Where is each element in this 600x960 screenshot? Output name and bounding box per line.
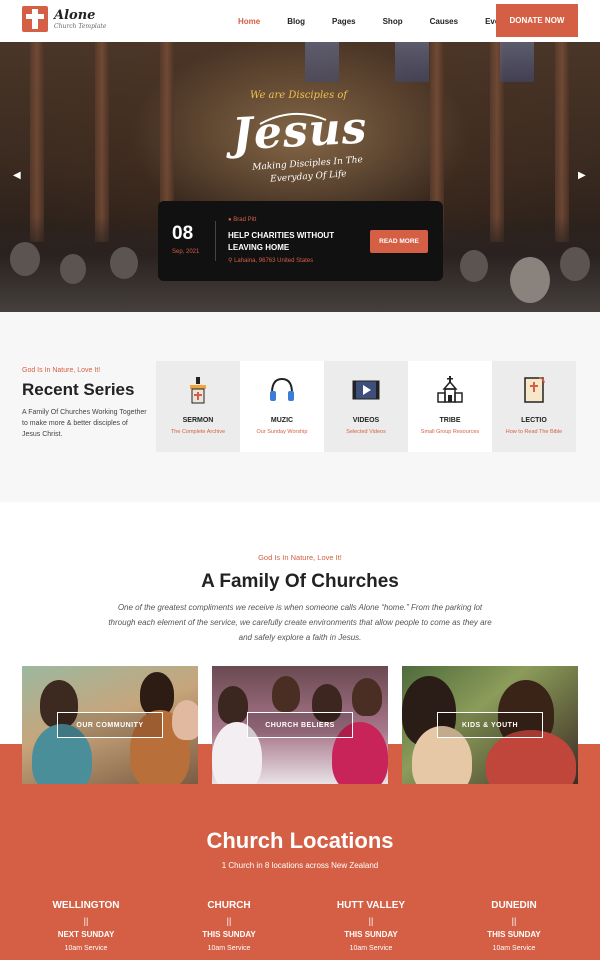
series-card-subtitle: The Complete Archive [170, 429, 226, 435]
event-location-text: Lahaina, 96763 United States [234, 258, 314, 264]
hero-script-top: We are Disciples of [250, 90, 348, 101]
series-card-subtitle: Our Sunday Worship [256, 429, 308, 435]
event-day: 08 [172, 223, 194, 244]
our-community-button[interactable]: Our Community [57, 712, 163, 738]
location-city: Wellington [52, 900, 120, 911]
read-more-button[interactable]: Read More [370, 230, 428, 253]
church-icon [433, 375, 467, 405]
donate-button[interactable]: Donate Now [496, 4, 578, 37]
series-card-subtitle: How to Read The Bible [505, 429, 563, 435]
event-location: ⚲ Lahaina, 96763 United States [228, 257, 313, 264]
series-card-lectio[interactable]: Lectio How to Read The Bible [492, 361, 576, 452]
series-card-videos[interactable]: Videos Selected Videos [324, 361, 408, 452]
hero-script-main: Jesus [230, 102, 369, 161]
event-author-name: Brad Pitt [233, 217, 257, 223]
series-card-title: Sermon [182, 417, 214, 424]
series-card-subtitle: Small Group Resources [420, 429, 480, 435]
nav-blog[interactable]: Blog [287, 17, 305, 26]
cross-logo-icon [22, 6, 48, 32]
user-icon: ● [228, 217, 232, 223]
event-author: ● Brad Pitt [228, 217, 256, 223]
chevron-right-icon: ▶ [578, 170, 586, 181]
series-description: A Family Of Churches Working Together to… [22, 409, 147, 438]
location-hutt-valley[interactable]: Hutt Valley || This Sunday 10am Service [311, 900, 431, 952]
series-card-sermon[interactable]: Sermon The Complete Archive [156, 361, 240, 452]
video-icon [349, 375, 383, 405]
brand-tagline: Church Template [54, 22, 107, 30]
headphones-icon [265, 375, 299, 405]
location-day: This Sunday [202, 930, 256, 939]
location-day: This Sunday [487, 930, 541, 939]
chevron-left-icon: ◀ [13, 170, 21, 181]
nav-pages[interactable]: Pages [332, 17, 356, 26]
location-church[interactable]: Church || This Sunday 10am Service [169, 900, 289, 952]
photo-card-kids-youth[interactable]: Kids & Youth [402, 666, 578, 784]
location-day: Next Sunday [57, 930, 115, 939]
event-title[interactable]: Help Charities Without Leaving Home [228, 230, 358, 253]
photo-card-beliers[interactable]: Church Beliers [212, 666, 388, 784]
nav-shop[interactable]: Shop [383, 17, 403, 26]
series-title: Recent Series [22, 380, 135, 399]
locations-subtitle: 1 Church in 8 locations across New Zeala… [221, 861, 379, 870]
main-nav: Home Blog Pages Shop Causes Events [238, 0, 538, 42]
series-card-tribe[interactable]: Tribe Small Group Resources [408, 361, 492, 452]
location-time: 10am Service [64, 945, 108, 952]
kids-youth-button[interactable]: Kids & Youth [437, 712, 543, 738]
location-city: Dunedin [491, 900, 537, 911]
location-day: This Sunday [344, 930, 398, 939]
location-wellington[interactable]: Wellington || Next Sunday 10am Service [26, 900, 146, 952]
hero-slider: We are Disciples of Jesus Making Discipl… [0, 42, 600, 312]
series-card-muzic[interactable]: Muzic Our Sunday Worship [240, 361, 324, 452]
location-time: 10am Service [349, 945, 393, 952]
nav-home[interactable]: Home [238, 17, 260, 26]
location-separator: || [226, 916, 232, 926]
series-cards: Sermon The Complete Archive Muzic Our Su… [156, 361, 576, 452]
series-card-title: Videos [352, 417, 380, 424]
site-header: Alone Church Template Home Blog Pages Sh… [0, 0, 600, 42]
series-card-subtitle: Selected Videos [346, 429, 386, 435]
family-eyebrow: God Is In Nature, Love It! [258, 553, 342, 562]
slider-next-button[interactable]: ▶ [578, 170, 586, 181]
church-beliers-button[interactable]: Church Beliers [247, 712, 353, 738]
location-city: Hutt Valley [336, 900, 406, 911]
series-card-title: Tribe [439, 417, 461, 424]
bible-icon [517, 375, 551, 405]
location-time: 10am Service [207, 945, 251, 952]
series-card-title: Muzic [270, 417, 294, 424]
location-separator: || [83, 916, 89, 926]
event-month: Sep, 2021 [172, 249, 200, 255]
event-divider [215, 221, 216, 261]
series-card-title: Lectio [521, 417, 547, 424]
series-eyebrow: God Is In Nature, Love It! [22, 367, 101, 374]
map-pin-icon: ⚲ [228, 258, 233, 264]
location-separator: || [511, 916, 517, 926]
recent-series-section: God Is In Nature, Love It! Recent Series… [0, 312, 600, 502]
logo[interactable]: Alone Church Template [22, 6, 106, 32]
nav-causes[interactable]: Causes [430, 17, 458, 26]
slider-prev-button[interactable]: ◀ [13, 170, 21, 181]
featured-event-card: 08 Sep, 2021 ● Brad Pitt Help Charities … [158, 201, 443, 281]
brand-name: Alone [54, 7, 96, 23]
pulpit-icon [181, 375, 215, 405]
locations-title: Church Locations [206, 828, 394, 853]
family-title: A Family Of Churches [201, 571, 399, 592]
location-separator: || [368, 916, 374, 926]
location-city: Church [207, 900, 251, 911]
family-description: One of the greatest compliments we recei… [108, 603, 492, 643]
photo-card-community[interactable]: Our Community [22, 666, 198, 784]
hero-script-sub: Making Disciples In The Everyday Of Life [251, 155, 364, 185]
location-time: 10am Service [492, 945, 536, 952]
location-dunedin[interactable]: Dunedin || This Sunday 10am Service [454, 900, 574, 952]
